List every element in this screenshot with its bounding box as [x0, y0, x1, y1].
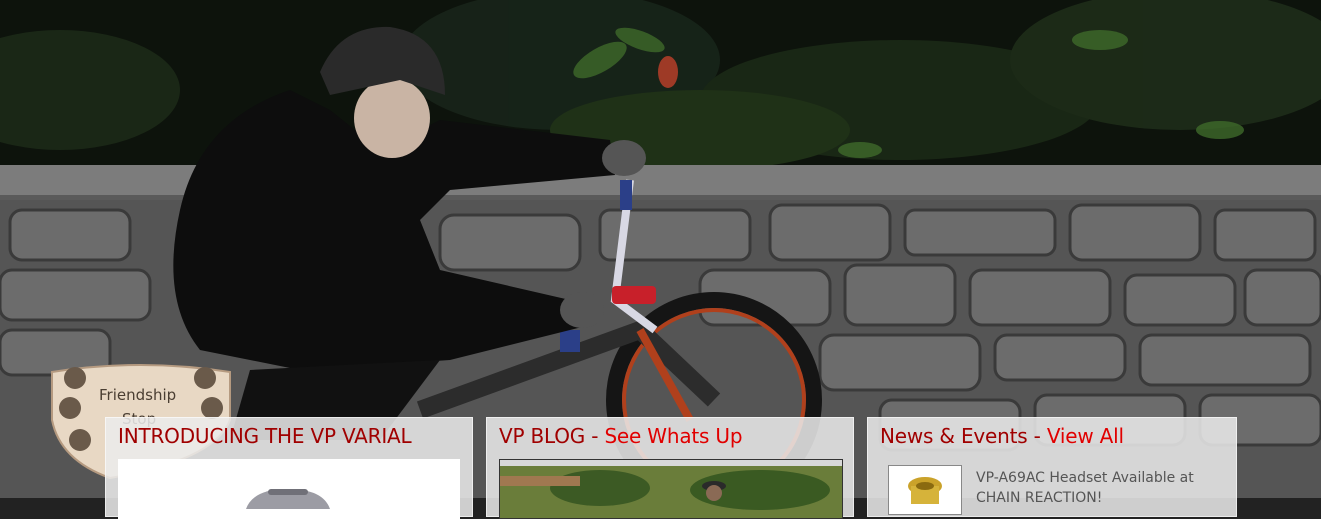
blog-title-text: VP BLOG - [499, 424, 605, 448]
blog-thumbnail[interactable] [499, 459, 843, 519]
varial-promo-title[interactable]: INTRODUCING THE VP VARIAL [118, 424, 412, 448]
varial-promo-panel: INTRODUCING THE VP VARIAL [105, 417, 473, 519]
news-events-title: News & Events - View All [880, 424, 1124, 448]
varial-product-graphic [246, 489, 330, 509]
news-events-panel: News & Events - View All VP-A69AC Headse… [867, 417, 1237, 517]
view-all-link[interactable]: View All [1047, 424, 1124, 448]
see-whats-up-link[interactable]: See Whats Up [604, 424, 742, 448]
blog-panel-title: VP BLOG - See Whats Up [499, 424, 743, 448]
news-item-thumbnail[interactable] [888, 465, 962, 515]
blog-thumbnail-photo [500, 460, 842, 518]
news-events-title-text: News & Events - [880, 424, 1047, 448]
varial-product-image[interactable] [118, 459, 460, 519]
sign-text-line-1: Friendship [99, 386, 176, 404]
blog-panel: VP BLOG - See Whats Up [486, 417, 854, 519]
headset-product-graphic [908, 477, 942, 504]
news-item-text[interactable]: VP-A69AC Headset Available at CHAIN REAC… [976, 468, 1216, 508]
